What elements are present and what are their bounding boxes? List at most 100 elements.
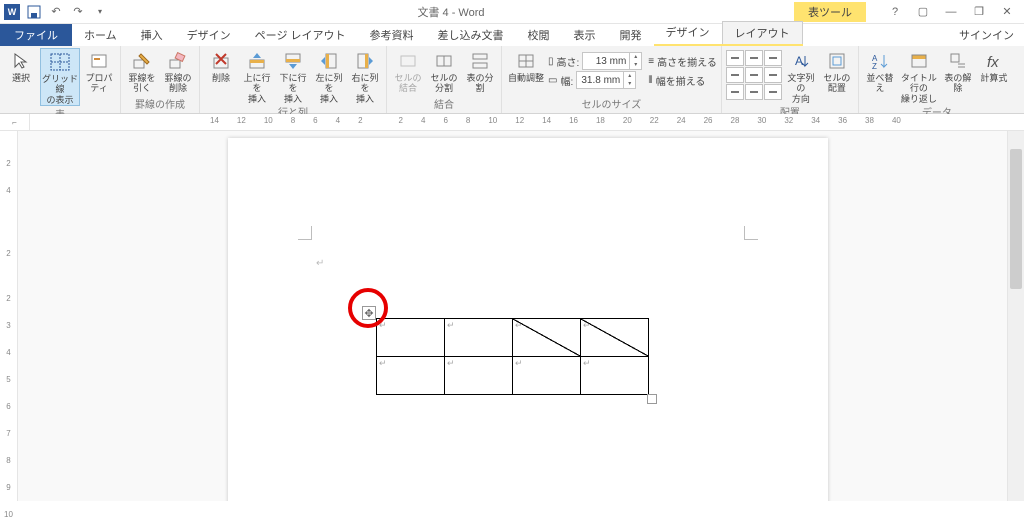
window-controls: ? ▢ — ❐ ✕	[886, 3, 1024, 21]
help-button[interactable]: ?	[886, 3, 904, 21]
group-draw: 罫線を 引く 罫線の 削除 罫線の作成	[121, 46, 200, 113]
pencil-icon	[131, 50, 153, 72]
distribute-rows-icon: ≡	[648, 56, 654, 67]
delete-button[interactable]: 削除	[204, 48, 238, 83]
text-direction-button[interactable]: A 文字列の 方向	[784, 48, 818, 104]
table-cell[interactable]: ↵	[513, 357, 581, 395]
col-width: ▭ 幅: 31.8 mm▴▾	[548, 71, 642, 89]
ruler-vticks: 2422345678910	[0, 131, 17, 519]
split-cells-button[interactable]: セルの 分割	[427, 48, 461, 94]
tab-table-layout[interactable]: レイアウト	[722, 21, 803, 44]
tab-mailings[interactable]: 差し込み文書	[426, 24, 516, 46]
page[interactable]: ↵ ✥ ↵ ↵ ↵ ↵ ↵ ↵ ↵ ↵	[228, 138, 828, 501]
formula-icon: fx	[983, 50, 1005, 72]
cursor-icon	[10, 50, 32, 72]
sort-button[interactable]: AZ 並べ替え	[863, 48, 897, 94]
margin-mark-tl	[298, 226, 312, 240]
tab-view[interactable]: 表示	[562, 24, 608, 46]
eraser-button[interactable]: 罫線の 削除	[161, 48, 195, 94]
tab-developer[interactable]: 開発	[608, 24, 654, 46]
text-direction-icon: A	[790, 50, 812, 72]
cell-margins-icon	[826, 50, 848, 72]
vertical-ruler[interactable]: 2422345678910	[0, 131, 18, 501]
table-move-handle[interactable]: ✥	[362, 306, 376, 320]
tab-file[interactable]: ファイル	[0, 24, 72, 46]
cell-margins-button[interactable]: セルの 配置	[820, 48, 854, 94]
quick-access-toolbar: W ↶ ↷ ▾	[0, 4, 108, 20]
insert-right-button[interactable]: 右に列を 挿入	[348, 48, 382, 104]
insert-left-icon	[318, 50, 340, 72]
tab-references[interactable]: 参考資料	[358, 24, 426, 46]
margin-mark-tr	[744, 226, 758, 240]
draw-table-button[interactable]: 罫線を 引く	[125, 48, 159, 94]
group-cell-size: 自動調整 ▯ 高さ: 13 mm▴▾ ▭ 幅: 31.8 mm▴▾ ≡ 高さを揃…	[502, 46, 722, 113]
insert-below-button[interactable]: 下に行を 挿入	[276, 48, 310, 104]
table-tools-tabs: デザイン レイアウト	[654, 21, 803, 46]
autofit-button[interactable]: 自動調整	[506, 48, 546, 83]
svg-text:Z: Z	[872, 62, 877, 70]
split-table-button[interactable]: 表の分割	[463, 48, 497, 94]
table-cell[interactable]: ↵	[445, 357, 513, 395]
document-area[interactable]: ↵ ✥ ↵ ↵ ↵ ↵ ↵ ↵ ↵ ↵	[18, 131, 1024, 501]
width-input[interactable]: 31.8 mm▴▾	[576, 71, 636, 89]
tab-review[interactable]: 校閲	[516, 24, 562, 46]
close-button[interactable]: ✕	[998, 3, 1016, 21]
horizontal-ruler[interactable]: ⌐ 14121086422468101214161820222426283032…	[0, 114, 1024, 131]
convert-to-text-button[interactable]: 表の解除	[941, 48, 975, 94]
view-gridlines-button[interactable]: グリッド線 の表示	[40, 48, 80, 106]
height-input[interactable]: 13 mm▴▾	[582, 52, 642, 70]
formula-button[interactable]: fx 計算式	[977, 48, 1011, 83]
signin-link[interactable]: サインイン	[949, 24, 1024, 46]
properties-button[interactable]: プロパティ	[82, 48, 116, 94]
table-cell-diagonal[interactable]: ↵	[581, 319, 649, 357]
ruler-corner: ⌐	[0, 114, 30, 131]
delete-icon	[210, 50, 232, 72]
document-title: 文書 4 - Word	[108, 4, 794, 20]
word-app-icon[interactable]: W	[4, 4, 20, 20]
table-cell-diagonal[interactable]: ↵	[513, 319, 581, 357]
insert-left-button[interactable]: 左に列を 挿入	[312, 48, 346, 104]
autofit-icon	[515, 50, 537, 72]
group-rows-cols: 削除 上に行を 挿入 下に行を 挿入 左に列を 挿入 右に列を 挿入 行と列	[200, 46, 387, 113]
alignment-grid[interactable]	[726, 50, 782, 100]
table-cell[interactable]: ↵	[377, 319, 445, 357]
scroll-thumb[interactable]	[1010, 149, 1022, 289]
qat-customize-icon[interactable]: ▾	[92, 4, 108, 20]
distribute-cols-button[interactable]: ⦀ 幅を揃える	[648, 71, 717, 89]
insert-above-button[interactable]: 上に行を 挿入	[240, 48, 274, 104]
group-label: セルのサイズ	[506, 96, 717, 113]
tab-insert[interactable]: 挿入	[129, 24, 175, 46]
group-data: AZ 並べ替え タイトル行の 繰り返し 表の解除 fx 計算式 データ	[859, 46, 1015, 113]
context-tool-label: 表ツール	[794, 2, 866, 22]
repeat-header-button[interactable]: タイトル行の 繰り返し	[899, 48, 939, 104]
gridlines-icon	[49, 51, 71, 73]
tab-table-design[interactable]: デザイン	[654, 21, 722, 44]
merge-cells-button[interactable]: セルの 結合	[391, 48, 425, 94]
table-row[interactable]: ↵ ↵ ↵ ↵	[377, 357, 649, 395]
tab-page-layout[interactable]: ページ レイアウト	[243, 24, 358, 46]
paragraph-mark: ↵	[316, 258, 324, 269]
table-cell[interactable]: ↵	[581, 357, 649, 395]
document-table[interactable]: ↵ ↵ ↵ ↵ ↵ ↵ ↵ ↵	[376, 318, 649, 395]
merge-cells-icon	[397, 50, 419, 72]
distribute-rows-button[interactable]: ≡ 高さを揃える	[648, 52, 717, 70]
redo-icon[interactable]: ↷	[70, 4, 86, 20]
tab-home[interactable]: ホーム	[72, 24, 129, 46]
insert-below-icon	[282, 50, 304, 72]
table-row[interactable]: ↵ ↵ ↵ ↵	[377, 319, 649, 357]
save-icon[interactable]	[26, 4, 42, 20]
properties-icon	[88, 50, 110, 72]
tab-design[interactable]: デザイン	[175, 24, 243, 46]
table-resize-handle[interactable]	[647, 394, 657, 404]
group-table: 選択 グリッド線 の表示 プロパティ 表	[0, 46, 121, 113]
width-icon: ▭	[548, 75, 557, 86]
convert-icon	[947, 50, 969, 72]
select-button[interactable]: 選択	[4, 48, 38, 83]
undo-icon[interactable]: ↶	[48, 4, 64, 20]
ribbon-display-options-icon[interactable]: ▢	[914, 3, 932, 21]
vertical-scrollbar[interactable]	[1007, 131, 1024, 501]
table-cell[interactable]: ↵	[377, 357, 445, 395]
restore-button[interactable]: ❐	[970, 3, 988, 21]
table-cell[interactable]: ↵	[445, 319, 513, 357]
minimize-button[interactable]: —	[942, 3, 960, 21]
